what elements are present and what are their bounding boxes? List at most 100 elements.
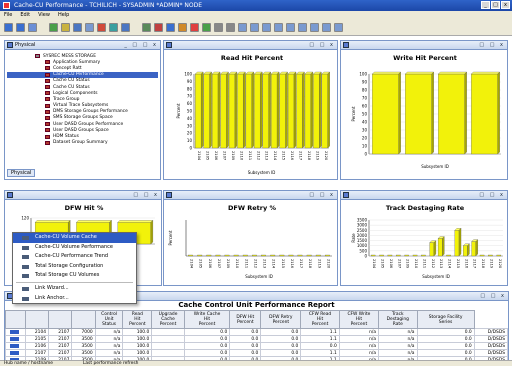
column-header[interactable]	[5, 310, 26, 329]
link-icon[interactable]	[166, 23, 175, 32]
bar[interactable]	[237, 73, 244, 149]
bar[interactable]	[220, 73, 227, 149]
terminal-view-icon[interactable]	[334, 23, 343, 32]
view-icon[interactable]	[73, 23, 82, 32]
split-horizontal-icon[interactable]	[214, 23, 223, 32]
bar[interactable]	[211, 73, 219, 149]
bar[interactable]	[279, 73, 286, 149]
bar[interactable]	[387, 254, 393, 257]
up-icon[interactable]	[28, 23, 37, 32]
bar[interactable]	[215, 254, 221, 257]
gauge-view-icon[interactable]	[286, 23, 295, 32]
bar[interactable]	[412, 254, 418, 257]
bar[interactable]	[304, 73, 312, 149]
menu-edit[interactable]: Edit	[20, 11, 30, 20]
menu-help[interactable]: Help	[58, 11, 69, 20]
menu-item[interactable]: Total Storage CU Volumes	[13, 271, 136, 281]
pie-view-icon[interactable]	[262, 23, 271, 32]
forward-icon[interactable]	[16, 23, 25, 32]
bar[interactable]	[471, 73, 498, 155]
panel-controls[interactable]: _ □ □ x	[124, 41, 158, 50]
menu-file[interactable]: File	[4, 11, 12, 20]
table-row[interactable]: 2105 2107 3500 n/a 100.0 0.0 0.0 0.0 1.1 n/a n/a 0.…	[5, 335, 508, 343]
bar[interactable]	[471, 241, 476, 257]
chart-icon[interactable]	[142, 23, 151, 32]
bar[interactable]	[379, 254, 384, 257]
bar[interactable]	[287, 73, 295, 149]
bar[interactable]	[404, 254, 409, 257]
column-header[interactable]: CFW Write Hit Percent	[338, 310, 380, 329]
delete-icon[interactable]	[190, 23, 199, 32]
panel-controls[interactable]: □ □ x	[480, 292, 506, 301]
menu-item-link-anchor[interactable]: Link Anchor...	[13, 294, 136, 304]
menu-item[interactable]: Cache-CU Performance Trend	[13, 252, 136, 262]
bar[interactable]	[496, 254, 502, 257]
menu-item[interactable]: Total Storage Configuration	[13, 262, 136, 272]
bar[interactable]	[279, 254, 285, 257]
column-header[interactable]	[71, 310, 96, 329]
menu-item[interactable]: Cache-CU Volume Performance	[13, 243, 136, 253]
alert-icon[interactable]	[154, 23, 163, 32]
bar[interactable]	[188, 254, 193, 257]
bar[interactable]	[296, 73, 303, 149]
bar[interactable]	[261, 254, 266, 257]
bar[interactable]	[254, 73, 261, 149]
back-icon[interactable]	[4, 23, 13, 32]
column-header[interactable]: Storage Facility Series	[416, 310, 475, 329]
bar[interactable]	[203, 73, 210, 149]
bar[interactable]	[233, 254, 239, 257]
bar[interactable]	[463, 245, 468, 257]
table-row[interactable]: 2104 2107 7000 n/a 100.0 0.0 0.0 0.0 1.1 n/a n/a 0.…	[5, 328, 508, 336]
column-header[interactable]: Read Hit Percent	[122, 310, 153, 329]
panel-controls[interactable]: □ □ x	[309, 191, 335, 200]
bar[interactable]	[288, 254, 294, 257]
bar[interactable]	[252, 254, 257, 257]
panel-controls[interactable]: □ □ x	[133, 191, 159, 200]
properties-icon[interactable]	[85, 23, 94, 32]
row-link-icon[interactable]	[5, 328, 26, 336]
print-icon[interactable]	[121, 23, 130, 32]
bar[interactable]	[313, 73, 320, 149]
column-header[interactable]: CFW Read Hit Percent	[300, 310, 340, 329]
bar[interactable]	[315, 254, 321, 257]
minimize-button[interactable]: _	[481, 1, 490, 9]
bar[interactable]	[270, 254, 276, 257]
column-header[interactable]: Write Cache Hit Percent	[183, 310, 231, 329]
bar[interactable]	[262, 73, 269, 149]
bar[interactable]	[245, 73, 252, 149]
bar[interactable]	[421, 254, 426, 257]
column-header[interactable]: Track Destaging Rate	[378, 310, 418, 329]
table-view-icon[interactable]	[238, 23, 247, 32]
menu-item-link-wizard[interactable]: Link Wizard...	[13, 284, 136, 294]
workspace-icon[interactable]	[61, 23, 70, 32]
event-view-icon[interactable]	[310, 23, 319, 32]
panel-controls[interactable]: □ □ x	[479, 41, 505, 50]
column-header[interactable]: DFW Hit Percent	[229, 310, 262, 329]
column-header[interactable]: Control Unit Status	[94, 310, 124, 329]
panel-controls[interactable]: □ □ x	[479, 191, 505, 200]
panel-controls[interactable]: □ □ x	[309, 41, 335, 50]
bar[interactable]	[321, 73, 328, 149]
bar[interactable]	[429, 242, 435, 257]
bar[interactable]	[437, 238, 443, 257]
bar[interactable]	[446, 254, 451, 257]
bar[interactable]	[297, 254, 303, 257]
maximize-button[interactable]: □	[491, 1, 500, 9]
bar[interactable]	[206, 254, 212, 257]
bar[interactable]	[224, 254, 230, 257]
bar[interactable]	[195, 73, 202, 149]
situation-icon[interactable]	[178, 23, 187, 32]
notepad-view-icon[interactable]	[298, 23, 307, 32]
go-icon[interactable]	[202, 23, 211, 32]
table-row[interactable]: 2107 2107 3500 n/a 100.0 0.0 0.0 0.0 1.1 n/a n/a 0.…	[5, 349, 508, 357]
tab-physical[interactable]: Physical	[7, 169, 36, 177]
bar[interactable]	[242, 254, 248, 257]
bar[interactable]	[396, 254, 401, 257]
menu-item[interactable]: Cache-CU Volume Cache	[13, 233, 136, 243]
bar[interactable]	[325, 254, 330, 257]
bar[interactable]	[454, 230, 460, 257]
bar[interactable]	[306, 254, 312, 257]
bar[interactable]	[405, 73, 432, 155]
bar[interactable]	[197, 254, 203, 257]
stop-icon[interactable]	[97, 23, 106, 32]
